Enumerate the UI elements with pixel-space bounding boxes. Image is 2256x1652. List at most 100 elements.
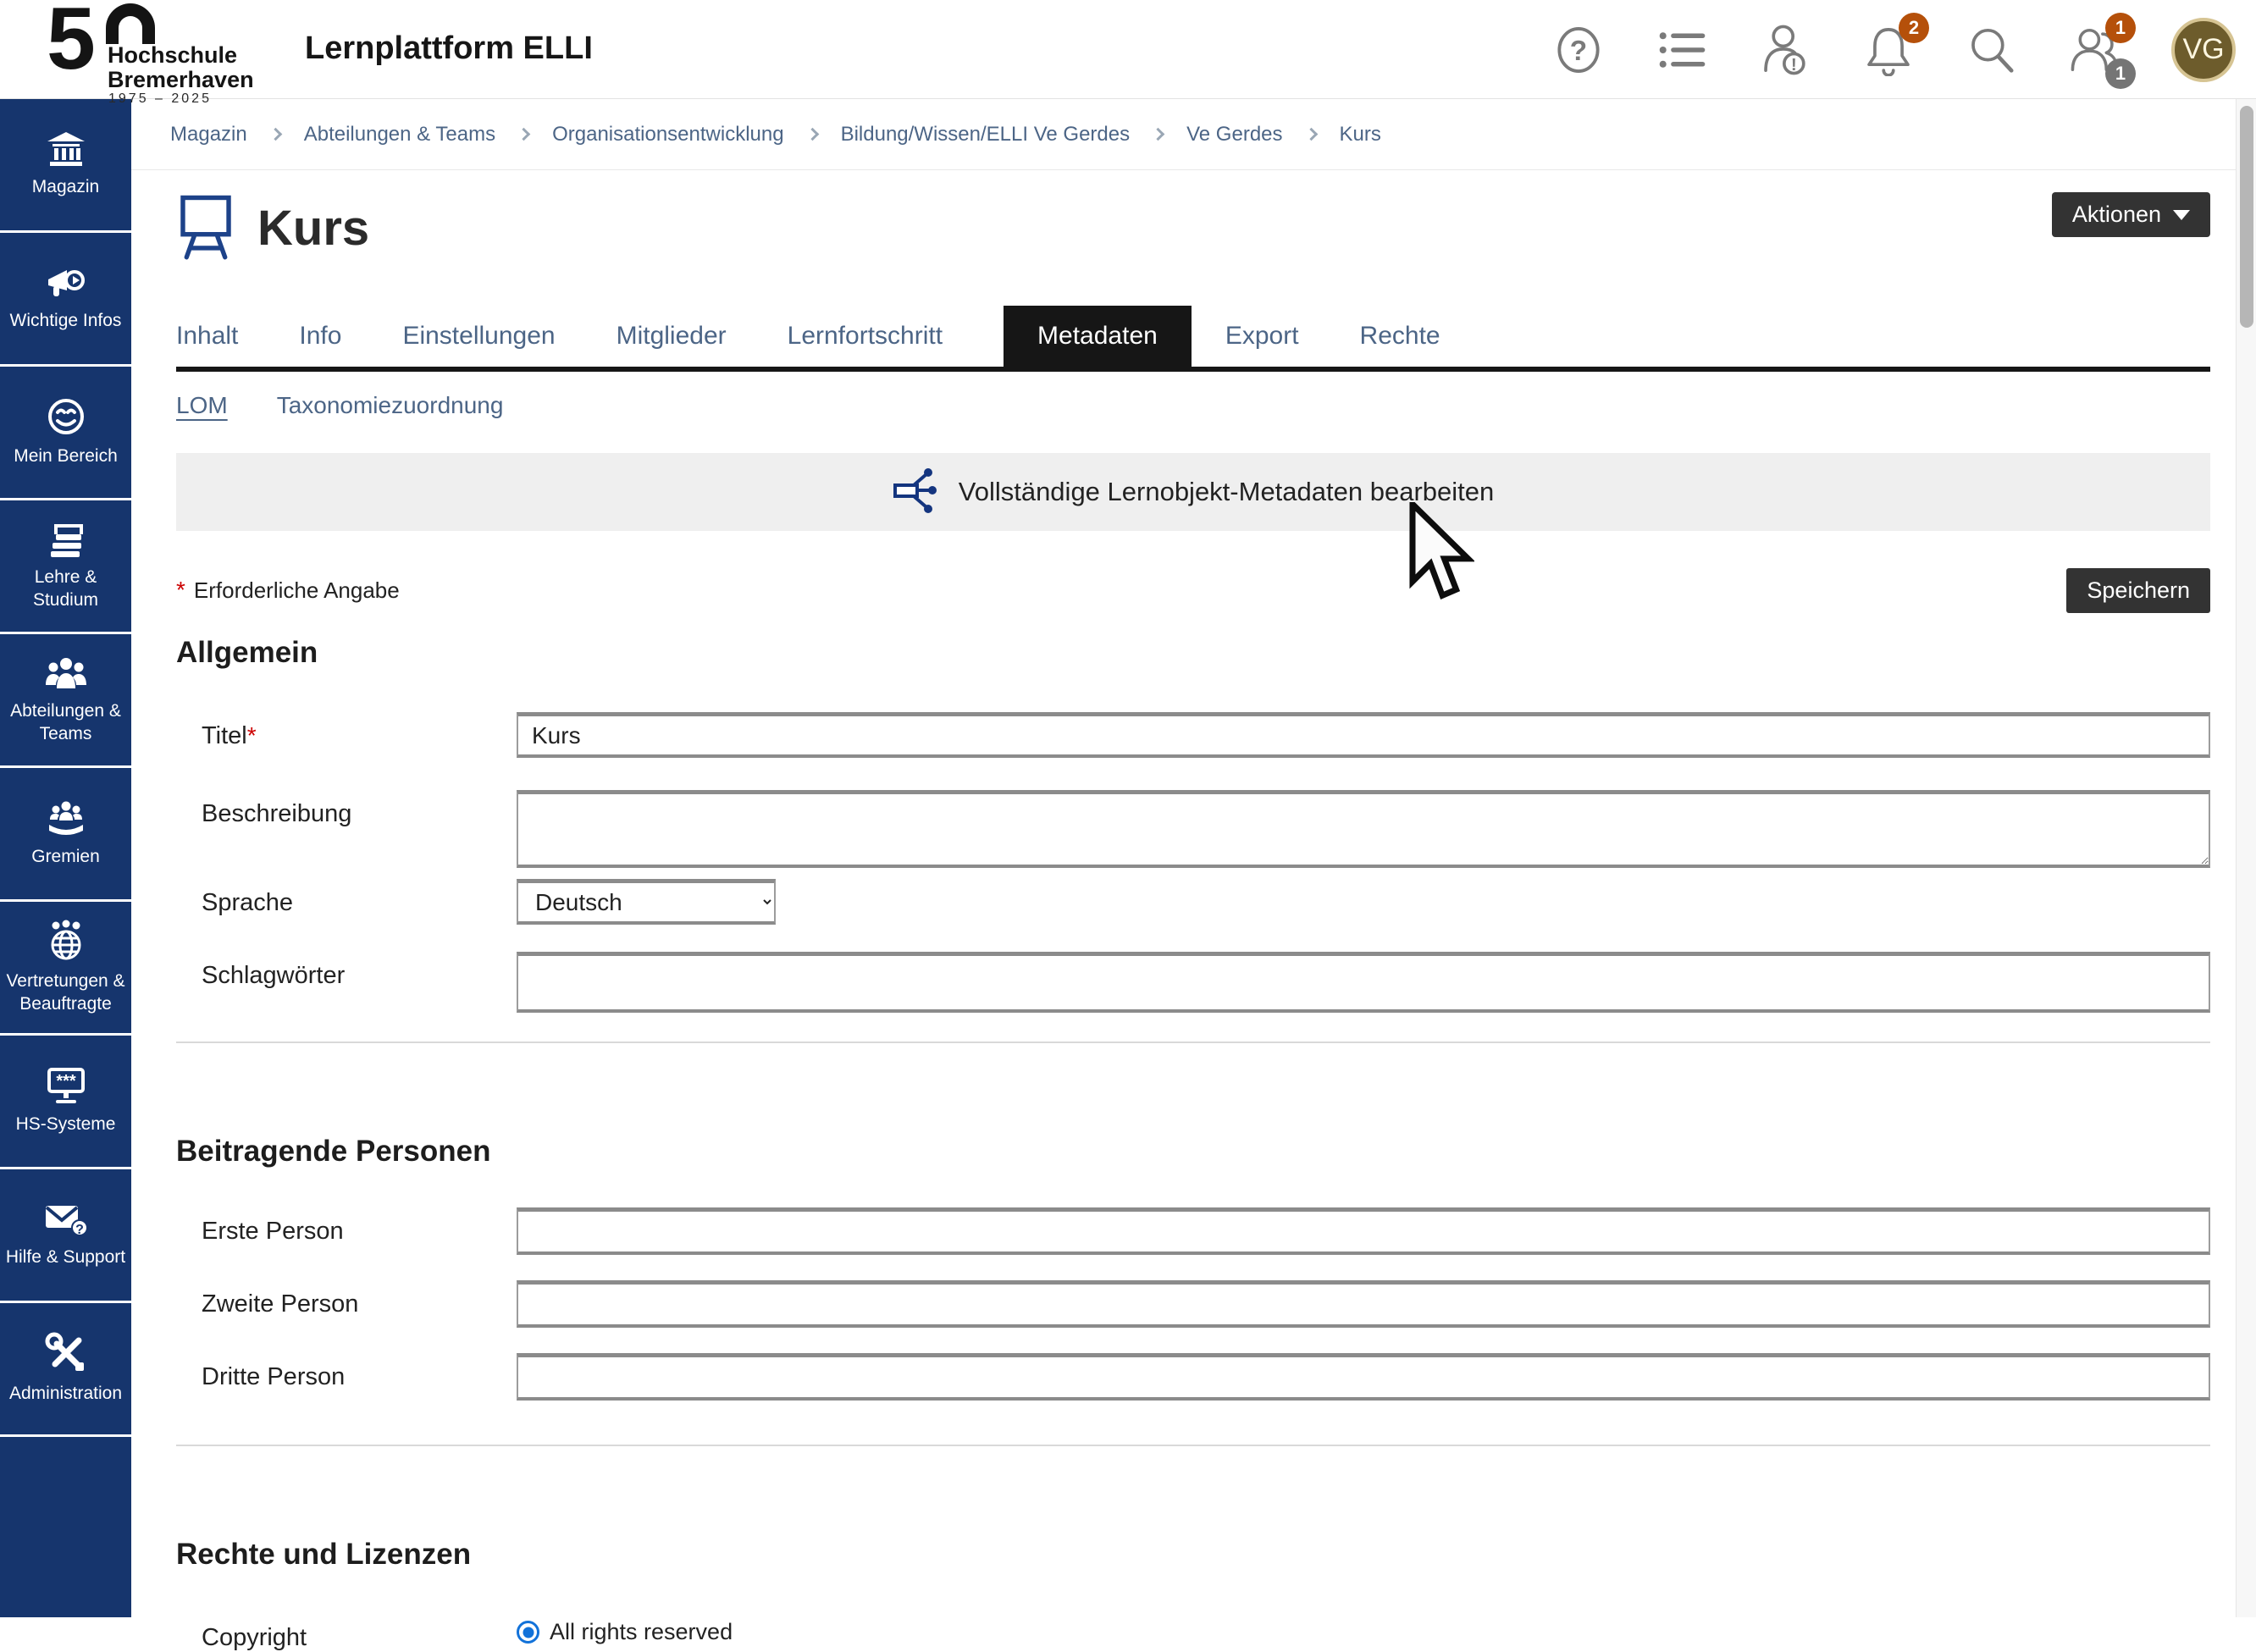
online-users-icon[interactable]: !: [1758, 23, 1812, 77]
copyright-radio-all-rights-reserved[interactable]: [517, 1621, 539, 1644]
breadcrumb: Magazin Abteilungen & Teams Organisation…: [131, 99, 2236, 170]
hochschule-bremerhaven-logo: 5 Hochschule Bremerhaven 1975 – 2025: [47, 3, 301, 97]
tab-mitglieder[interactable]: Mitglieder: [617, 306, 727, 367]
todo-list-icon[interactable]: [1655, 23, 1709, 77]
search-icon[interactable]: [1965, 23, 2019, 77]
copyright-option-label: All rights reserved: [550, 1619, 733, 1645]
beschreibung-textarea[interactable]: [517, 790, 2210, 868]
people-group-icon: [44, 655, 88, 692]
breadcrumb-item[interactable]: Abteilungen & Teams: [304, 123, 495, 146]
subtab-taxonomiezuordnung[interactable]: Taxonomiezuordnung: [277, 392, 504, 419]
tab-export[interactable]: Export: [1225, 306, 1299, 367]
megaphone-icon: [45, 264, 87, 301]
required-note: Erforderliche Angabe: [194, 577, 400, 604]
required-asterisk: *: [176, 577, 185, 604]
bank-icon: [46, 130, 86, 168]
section-title-allgemein: Allgemein: [176, 636, 2210, 670]
sidebar-item-administration[interactable]: Administration: [0, 1303, 131, 1437]
save-button[interactable]: Speichern: [2066, 568, 2210, 613]
chevron-down-icon: [2173, 210, 2190, 220]
contacts-icon[interactable]: 1 1: [2068, 23, 2122, 77]
page-scrollbar[interactable]: [2236, 99, 2256, 1617]
books-graduation-icon: [44, 521, 88, 558]
svg-text:!: !: [1791, 55, 1797, 75]
schlagwoerter-label: Schlagwörter: [202, 952, 517, 990]
globe-people-icon: [45, 920, 87, 962]
titel-input[interactable]: [517, 712, 2210, 758]
sidebar-item-wichtige-infos[interactable]: Wichtige Infos: [0, 233, 131, 367]
scrollbar-thumb[interactable]: [2240, 106, 2253, 328]
sprache-label: Sprache: [202, 879, 517, 917]
radio-dot: [523, 1627, 534, 1638]
logo-name: Hochschule Bremerhaven: [108, 43, 254, 92]
dritte-person-input[interactable]: [517, 1353, 2210, 1401]
sidebar-item-lehre-studium[interactable]: Lehre & Studium: [0, 500, 131, 634]
breadcrumb-item[interactable]: Ve Gerdes: [1186, 123, 1282, 146]
main-content: Kurs Aktionen Inhalt Info Einstellungen …: [131, 170, 2236, 1617]
subtab-bar: LOM Taxonomiezuordnung: [176, 392, 2210, 419]
breadcrumb-item-current[interactable]: Kurs: [1340, 123, 1381, 146]
sidebar-item-magazin[interactable]: Magazin: [0, 99, 131, 233]
logo-arch-zero: [106, 3, 155, 44]
section-divider: [176, 1445, 2210, 1446]
tools-icon: [45, 1332, 87, 1374]
breadcrumb-item[interactable]: Magazin: [170, 123, 247, 146]
tab-rechte[interactable]: Rechte: [1360, 306, 1440, 367]
sidebar-item-abteilungen-teams[interactable]: Abteilungen & Teams: [0, 634, 131, 768]
sidebar-item-gremien[interactable]: Gremien: [0, 768, 131, 902]
erste-person-input[interactable]: [517, 1207, 2210, 1255]
share-nodes-icon: [893, 467, 938, 517]
logo-50-mark: 5: [47, 0, 91, 83]
tab-inhalt[interactable]: Inhalt: [176, 306, 238, 367]
logo-years: 1975 – 2025: [108, 91, 212, 107]
user-avatar[interactable]: VG: [2171, 18, 2236, 82]
zweite-person-label: Zweite Person: [202, 1280, 517, 1318]
chevron-right-icon: [1304, 128, 1318, 141]
header-icon-bar: ? ! 2: [1551, 0, 2236, 99]
help-icon[interactable]: ?: [1551, 23, 1606, 77]
edit-full-metadata-banner[interactable]: Vollständige Lernobjekt-Metadaten bearbe…: [176, 453, 2210, 531]
sidebar-item-mein-bereich[interactable]: Mein Bereich: [0, 367, 131, 500]
tab-lernfortschritt[interactable]: Lernfortschritt: [788, 306, 943, 367]
monitor-password-icon: ***: [44, 1066, 88, 1105]
titel-label: Titel*: [202, 712, 517, 750]
chevron-right-icon: [1152, 128, 1165, 141]
svg-text:***: ***: [56, 1072, 76, 1091]
zweite-person-input[interactable]: [517, 1280, 2210, 1328]
tab-info[interactable]: Info: [299, 306, 341, 367]
copyright-label: Copyright: [202, 1614, 517, 1652]
erste-person-label: Erste Person: [202, 1207, 517, 1246]
tab-einstellungen[interactable]: Einstellungen: [402, 306, 555, 367]
course-easel-icon: [176, 192, 235, 264]
section-divider: [176, 1041, 2210, 1043]
chevron-right-icon: [268, 128, 282, 141]
svg-text:?: ?: [1570, 35, 1587, 66]
breadcrumb-item[interactable]: Organisationsentwicklung: [552, 123, 783, 146]
contacts-badge-count: 1: [2105, 58, 2136, 89]
tab-metadaten[interactable]: Metadaten: [1004, 306, 1192, 367]
mail-help-icon: ?: [44, 1201, 88, 1238]
sidebar-item-vertretungen-beauftragte[interactable]: Vertretungen & Beauftragte: [0, 902, 131, 1036]
subtab-lom[interactable]: LOM: [176, 392, 228, 419]
notifications-bell-icon[interactable]: 2: [1861, 23, 1916, 77]
sidebar-item-hilfe-support[interactable]: ? Hilfe & Support: [0, 1169, 131, 1303]
sidebar-item-hs-systeme[interactable]: *** HS-Systeme: [0, 1036, 131, 1169]
main-sidebar: Magazin Wichtige Infos: [0, 99, 131, 1617]
chevron-right-icon: [805, 128, 819, 141]
top-header: 5 Hochschule Bremerhaven 1975 – 2025 Ler…: [0, 0, 2256, 99]
schlagwoerter-input[interactable]: [517, 952, 2210, 1013]
bell-badge: 2: [1899, 13, 1929, 43]
committee-icon: [44, 798, 88, 837]
breadcrumb-item[interactable]: Bildung/Wissen/ELLI Ve Gerdes: [841, 123, 1131, 146]
titel-required-asterisk: *: [247, 722, 257, 749]
contacts-badge-new: 1: [2105, 13, 2136, 43]
sprache-select[interactable]: Deutsch: [517, 879, 776, 925]
edit-full-metadata-label: Vollständige Lernobjekt-Metadaten bearbe…: [959, 477, 1495, 507]
chevron-right-icon: [517, 128, 531, 141]
section-title-beitragende: Beitragende Personen: [176, 1135, 2210, 1169]
tab-bar: Inhalt Info Einstellungen Mitglieder Ler…: [176, 306, 2210, 372]
page-title: Kurs: [257, 200, 369, 257]
actions-button[interactable]: Aktionen: [2052, 192, 2210, 237]
dritte-person-label: Dritte Person: [202, 1353, 517, 1391]
svg-text:?: ?: [75, 1223, 84, 1237]
